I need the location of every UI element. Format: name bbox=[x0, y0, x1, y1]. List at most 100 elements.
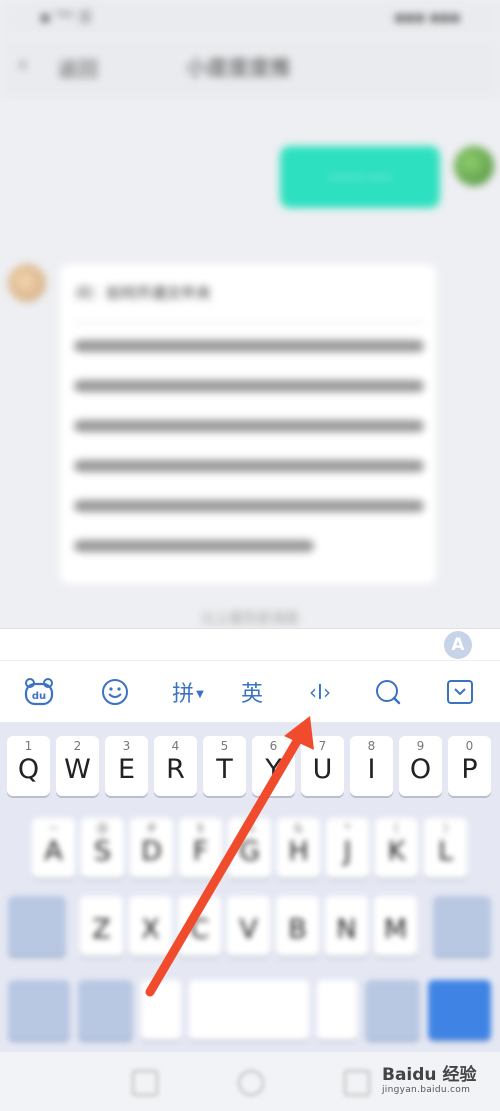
key-z[interactable]: Z bbox=[80, 896, 123, 956]
key-h[interactable]: & H bbox=[277, 818, 320, 878]
key-letter-label: N bbox=[336, 914, 357, 945]
period-key[interactable] bbox=[317, 980, 357, 1040]
key-b[interactable]: B bbox=[276, 896, 319, 956]
key-g[interactable]: % G bbox=[228, 818, 271, 878]
key-letter-label: O bbox=[409, 754, 432, 785]
watermark-main: Baidu 经验 bbox=[382, 1065, 477, 1085]
key-letter-label: Q bbox=[17, 754, 40, 785]
search-icon[interactable] bbox=[372, 676, 404, 708]
key-s[interactable]: @ S bbox=[81, 818, 124, 878]
key-letter-label: L bbox=[437, 836, 454, 867]
history-label: 以上是历史消息 bbox=[201, 611, 299, 627]
comma-key[interactable] bbox=[141, 980, 181, 1040]
key-o[interactable]: 9O bbox=[399, 736, 442, 796]
key-number-label: 8 bbox=[367, 739, 376, 753]
key-letter-label: R bbox=[166, 754, 185, 785]
number-key[interactable] bbox=[78, 980, 133, 1040]
key-l[interactable]: ) L bbox=[424, 818, 467, 878]
voice-key[interactable] bbox=[365, 980, 420, 1040]
keyboard-avatar-icon[interactable]: A bbox=[444, 631, 472, 659]
key-u[interactable]: 7U bbox=[301, 736, 344, 796]
bot-avatar[interactable] bbox=[8, 264, 46, 302]
key-letter-label: J bbox=[343, 836, 352, 867]
nav-back-icon[interactable] bbox=[132, 1070, 158, 1096]
key-symbol-label: ) bbox=[443, 821, 448, 835]
key-symbol-label: $ bbox=[196, 821, 205, 835]
key-a[interactable]: ~ A bbox=[32, 818, 75, 878]
key-n[interactable]: N bbox=[325, 896, 368, 956]
cursor-move-button[interactable]: ‹I› bbox=[300, 676, 340, 708]
key-letter-label: T bbox=[216, 754, 233, 785]
key-letter-label: W bbox=[64, 754, 91, 785]
key-p[interactable]: 0P bbox=[448, 736, 491, 796]
chat-area: ——— —— 问：如何开通文件夹 以上是历史消息 bbox=[0, 100, 500, 628]
key-k[interactable]: (K bbox=[375, 818, 418, 878]
key-letter-label: A bbox=[44, 836, 63, 867]
delete-key[interactable] bbox=[433, 896, 491, 956]
key-letter-label: M bbox=[383, 914, 408, 945]
page-title: 小度度度推 bbox=[186, 56, 291, 80]
key-letter-label: F bbox=[192, 836, 209, 867]
key-letter-label: D bbox=[141, 836, 162, 867]
baidu-watermark: Baidu 经验 jingyan.baidu.com bbox=[382, 1060, 492, 1104]
key-letter-label: B bbox=[288, 914, 307, 945]
incoming-message[interactable]: 问：如何开通文件夹 bbox=[60, 264, 436, 584]
emoji-icon[interactable] bbox=[99, 676, 131, 708]
status-left: ▪ ᵀ⁴ᴳ ☰ bbox=[40, 8, 93, 26]
nav-home-icon[interactable] bbox=[238, 1070, 264, 1096]
key-x[interactable]: X bbox=[129, 896, 172, 956]
back-arrow-icon[interactable]: ‹ bbox=[18, 50, 28, 78]
nav-bar: ‹ 返回 小度度度推 bbox=[0, 36, 500, 100]
key-letter-label: Y bbox=[265, 754, 282, 785]
baidu-bear-icon[interactable]: du bbox=[22, 676, 56, 708]
symbol-key[interactable] bbox=[8, 980, 70, 1040]
key-i[interactable]: 8I bbox=[350, 736, 393, 796]
status-right: ▪▪▪ ▪▪▪ bbox=[394, 8, 460, 26]
key-letter-label: U bbox=[312, 754, 333, 785]
key-t[interactable]: 5T bbox=[203, 736, 246, 796]
watermark-sub: jingyan.baidu.com bbox=[382, 1085, 471, 1095]
outgoing-message[interactable]: ——— —— bbox=[280, 146, 440, 208]
key-symbol-label: ~ bbox=[48, 821, 59, 835]
key-j[interactable]: * J bbox=[326, 818, 369, 878]
key-number-label: 1 bbox=[24, 739, 33, 753]
key-symbol-label: @ bbox=[96, 821, 109, 835]
key-number-label: 3 bbox=[122, 739, 131, 753]
key-y[interactable]: 6Y bbox=[252, 736, 295, 796]
key-d[interactable]: # D bbox=[130, 818, 173, 878]
key-w[interactable]: 2W bbox=[56, 736, 99, 796]
user-avatar[interactable] bbox=[454, 146, 494, 186]
message-body bbox=[74, 340, 424, 580]
keyboard-top-strip: A bbox=[0, 628, 500, 661]
key-v[interactable]: V bbox=[227, 896, 270, 956]
shift-key[interactable] bbox=[8, 896, 66, 956]
enter-key[interactable] bbox=[428, 980, 491, 1040]
keyboard-toolbar: du 拼 ▼ 英 ‹I› bbox=[0, 660, 500, 723]
key-letter-label: P bbox=[461, 754, 478, 785]
key-c[interactable]: C bbox=[178, 896, 221, 956]
pinyin-mode-button[interactable]: 拼 ▼ bbox=[168, 676, 208, 708]
key-symbol-label: ( bbox=[394, 821, 399, 835]
key-r[interactable]: 4R bbox=[154, 736, 197, 796]
key-symbol-label: & bbox=[293, 821, 304, 835]
key-number-label: 0 bbox=[465, 739, 474, 753]
english-mode-button[interactable]: 英 bbox=[236, 676, 268, 708]
key-number-label: 4 bbox=[171, 739, 180, 753]
key-number-label: 6 bbox=[269, 739, 278, 753]
message-divider bbox=[74, 322, 424, 323]
key-q[interactable]: 1Q bbox=[7, 736, 50, 796]
key-e[interactable]: 3E bbox=[105, 736, 148, 796]
key-m[interactable]: M bbox=[374, 896, 417, 956]
collapse-keyboard-icon[interactable] bbox=[444, 676, 476, 708]
key-symbol-label: % bbox=[243, 821, 256, 835]
key-f[interactable]: $ F bbox=[179, 818, 222, 878]
svg-text:du: du bbox=[32, 691, 46, 702]
cursor-icon: ‹I› bbox=[309, 680, 331, 704]
english-label: 英 bbox=[240, 682, 263, 707]
nav-recent-icon[interactable] bbox=[344, 1070, 370, 1096]
back-label[interactable]: 返回 bbox=[58, 53, 98, 82]
key-symbol-label: # bbox=[146, 821, 157, 835]
key-number-label: 2 bbox=[73, 739, 82, 753]
space-key[interactable] bbox=[189, 980, 309, 1040]
key-symbol-label: * bbox=[344, 821, 351, 835]
